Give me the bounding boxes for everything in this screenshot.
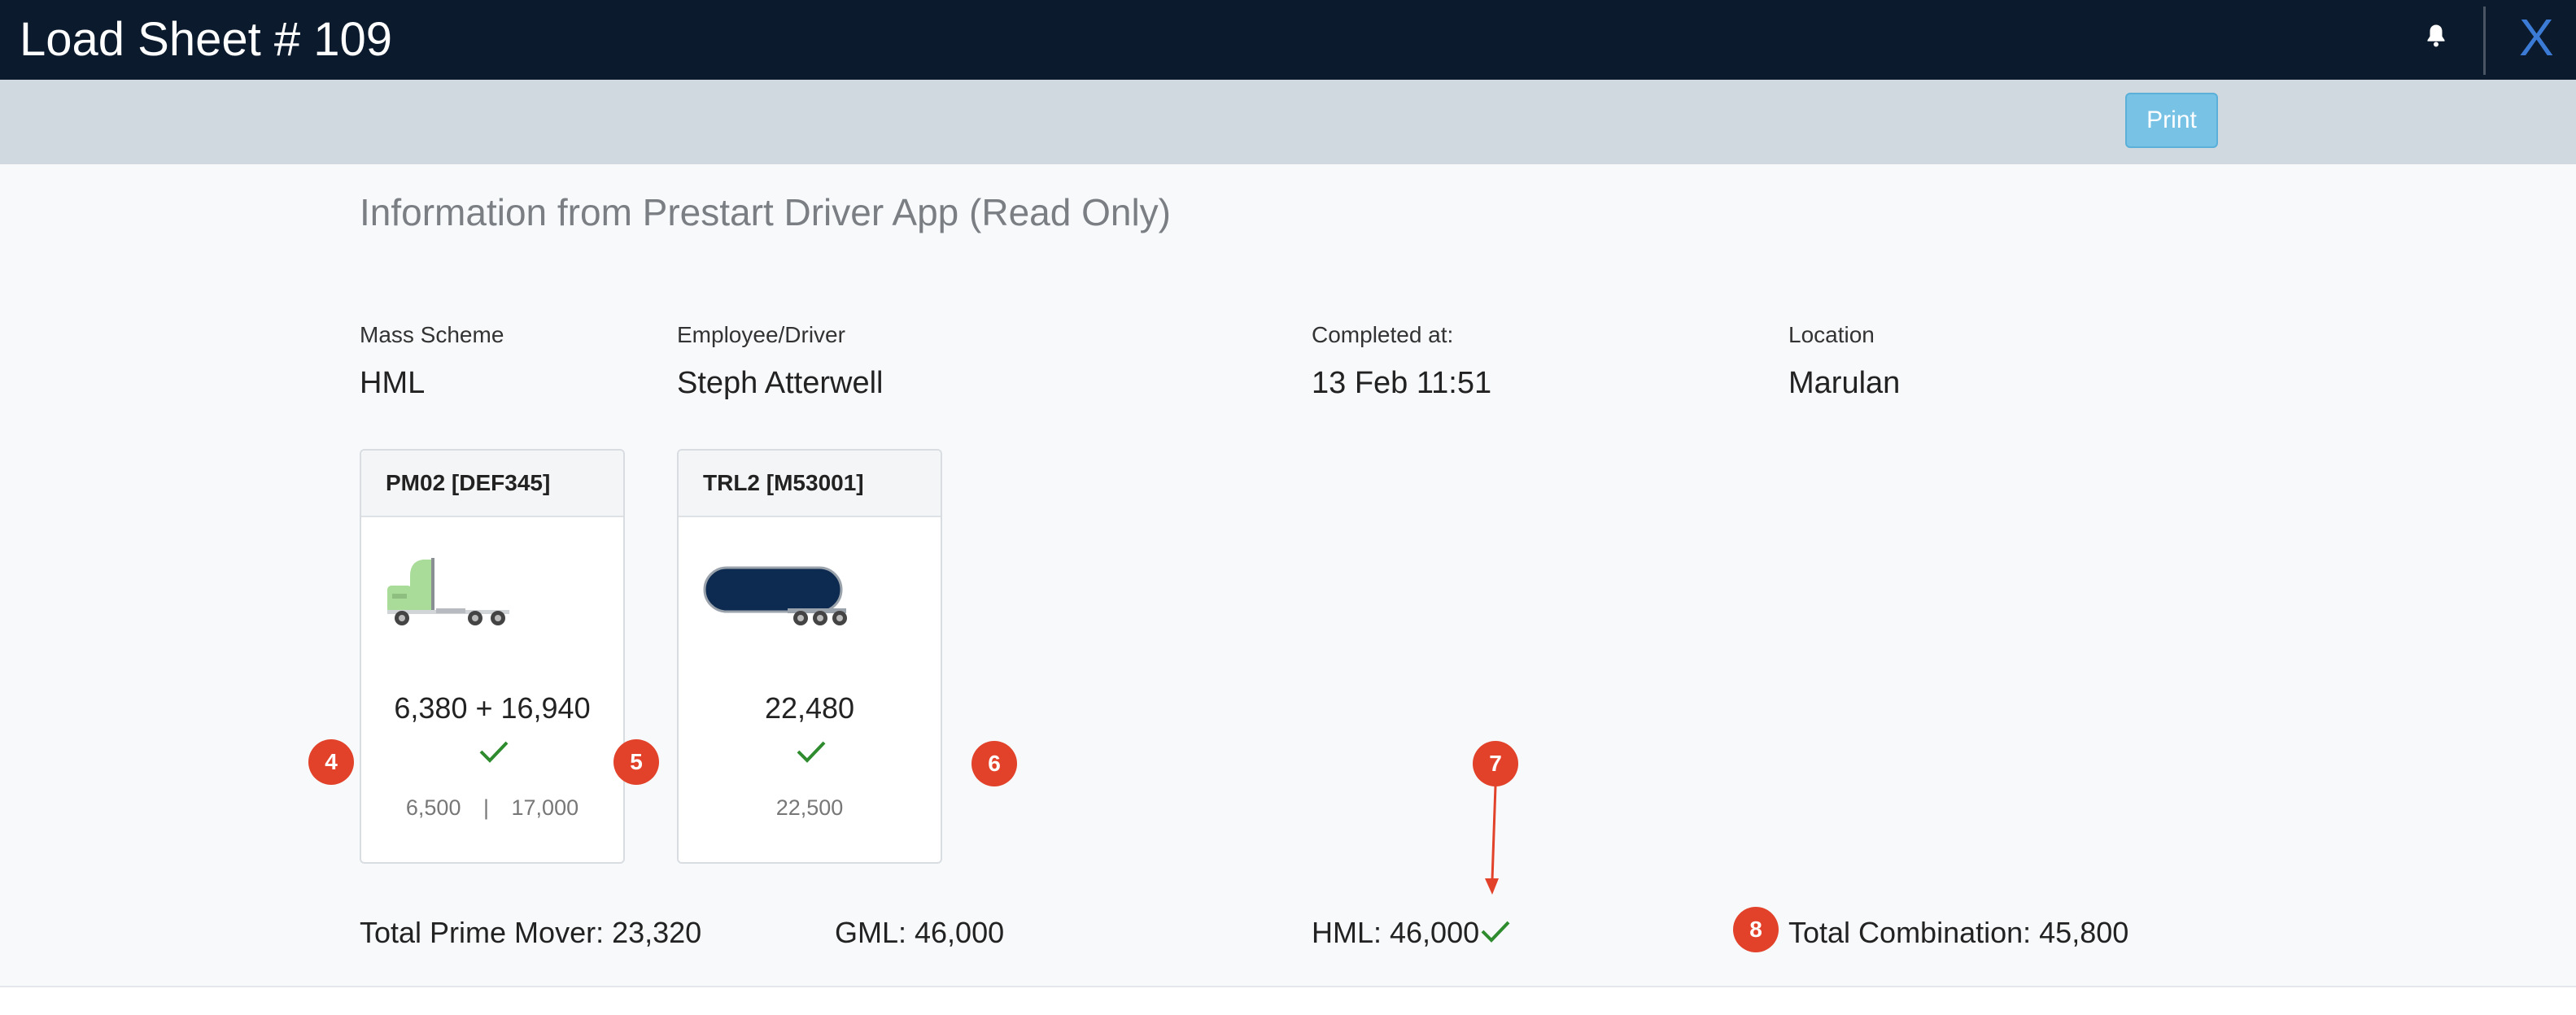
prime-mover-card[interactable]: PM02 [DEF345] 6,380 + 16,940 6,500 | 17,…: [360, 449, 625, 864]
mass-scheme-value: HML: [360, 366, 426, 400]
tanker-trailer-icon: [703, 566, 847, 625]
trailer-weight: 22,480: [764, 691, 855, 725]
mass-scheme-label: Mass Scheme: [360, 322, 504, 347]
steer-axle-limit: 6,500: [405, 795, 461, 820]
hml-total: HML: 46,000: [1312, 916, 1480, 949]
gml-total: GML: 46,000: [835, 916, 1005, 949]
check-icon: [479, 741, 509, 763]
close-button[interactable]: X: [2519, 8, 2554, 67]
driver-value: Steph Atterwell: [677, 366, 884, 400]
annotation-badge-8: 8: [1733, 907, 1779, 952]
header-divider: [2483, 7, 2486, 75]
page-title: Load Sheet # 109: [20, 13, 392, 66]
drive-axle-limit: 17,000: [511, 795, 579, 820]
location-value: Marulan: [1788, 366, 1901, 400]
print-button[interactable]: Print: [2125, 93, 2218, 148]
limit-separator: |: [482, 795, 489, 820]
annotation-arrow: [1485, 785, 1499, 895]
annotation-badge-7: 7: [1473, 741, 1518, 786]
annotation-badge-6: 6: [971, 741, 1017, 786]
trailer-limit: 22,500: [775, 795, 844, 820]
location-label: Location: [1788, 322, 1875, 347]
total-prime-mover: Total Prime Mover: 23,320: [360, 916, 702, 949]
section-title: Information from Prestart Driver App (Re…: [360, 191, 1171, 233]
trailer-card-title: TRL2 [M53001]: [679, 451, 941, 517]
completed-value: 13 Feb 11:51: [1312, 366, 1492, 400]
prime-mover-limits: 6,500 | 17,000: [361, 795, 623, 821]
completed-label: Completed at:: [1312, 322, 1454, 347]
trailer-card[interactable]: TRL2 [M53001] 22,480 22,500: [677, 449, 942, 864]
header-bar: Load Sheet # 109 X: [0, 0, 2576, 80]
annotation-badge-4: 4: [308, 739, 354, 785]
driver-label: Employee/Driver: [677, 322, 845, 347]
annotation-badge-5: 5: [613, 739, 659, 785]
hml-check-icon: [1481, 921, 1510, 943]
toolbar: Print: [0, 80, 2576, 164]
prime-mover-truck-icon: [387, 558, 509, 625]
total-combination: Total Combination: 45,800: [1788, 916, 2129, 949]
check-icon: [797, 741, 826, 763]
prime-mover-card-title: PM02 [DEF345]: [361, 451, 623, 517]
bell-icon[interactable]: [2421, 21, 2451, 50]
read-only-info-panel: Information from Prestart Driver App (Re…: [0, 164, 2576, 987]
prime-mover-weight: 6,380 + 16,940: [394, 691, 591, 725]
